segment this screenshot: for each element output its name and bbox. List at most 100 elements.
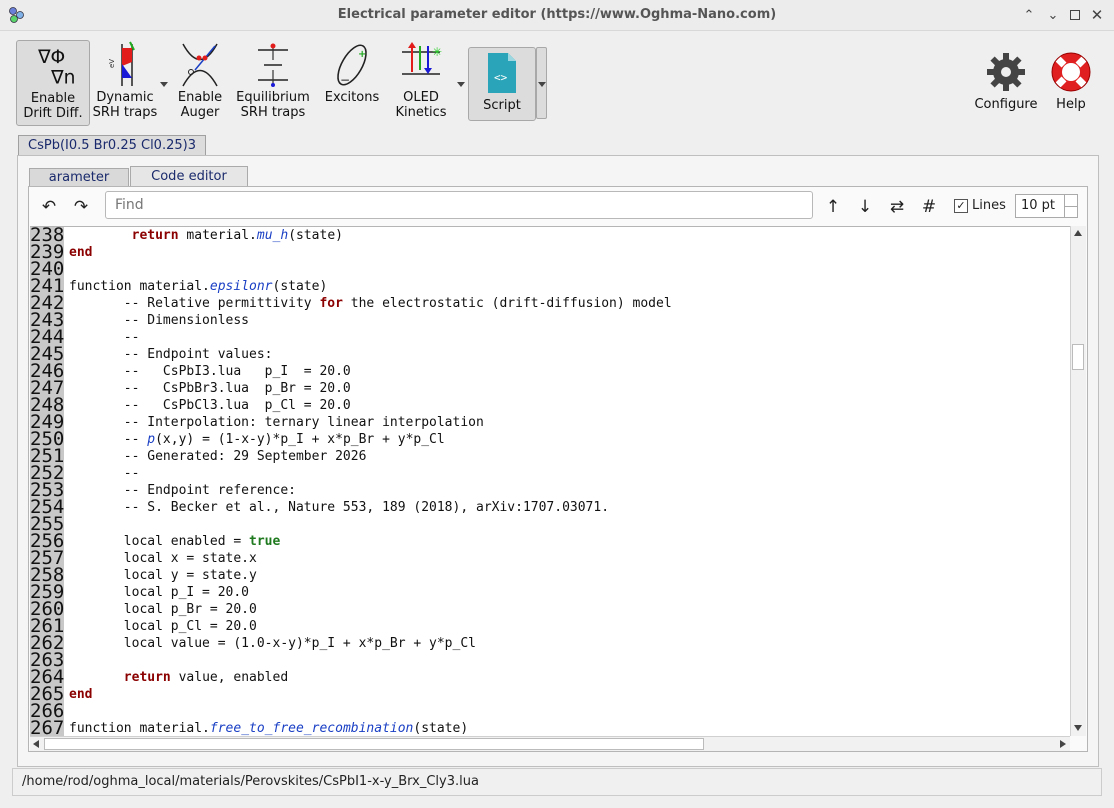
code-line: -- CsPbCl3.lua p_Cl = 20.0 bbox=[69, 397, 351, 414]
code-token: the electrostatic (drift-diffusion) mode… bbox=[342, 296, 672, 311]
svg-text:✳: ✳ bbox=[432, 45, 442, 59]
vertical-scrollbar[interactable] bbox=[1070, 226, 1086, 736]
code-line: -- Generated: 29 September 2026 bbox=[69, 448, 367, 465]
line-number: 243 bbox=[30, 312, 64, 329]
line-number: 263 bbox=[30, 652, 64, 669]
oled-dropdown-arrow[interactable] bbox=[457, 82, 465, 87]
goto-line-button[interactable]: # bbox=[917, 196, 941, 218]
code-token: mu_h bbox=[256, 228, 289, 243]
font-size-spinbox[interactable]: 10 pt bbox=[1015, 194, 1078, 218]
svg-text:∇Φ: ∇Φ bbox=[37, 47, 65, 68]
restore-button[interactable]: ⌄ bbox=[1044, 6, 1062, 24]
code-line: -- Endpoint values: bbox=[69, 346, 273, 363]
close-button[interactable]: ✕ bbox=[1088, 6, 1106, 24]
gear-icon bbox=[978, 47, 1034, 97]
code-token: -- Generated: 29 September 2026 bbox=[69, 449, 367, 464]
replace-icon: ⇄ bbox=[889, 197, 905, 217]
material-tab[interactable]: CsPb(I0.5 Br0.25 Cl0.25)3 bbox=[18, 135, 206, 156]
dynamic-srh-dropdown-arrow[interactable] bbox=[160, 82, 168, 87]
maximize-button[interactable] bbox=[1066, 6, 1084, 24]
help-label: Help bbox=[1056, 97, 1086, 112]
replace-button[interactable]: ⇄ bbox=[885, 196, 909, 218]
spin-buttons[interactable] bbox=[1064, 195, 1077, 217]
equilibrium-srh-traps-button[interactable]: Equilibrium SRH traps bbox=[234, 40, 312, 124]
dynamic-srh-traps-button[interactable]: eV Dynamic SRH traps bbox=[92, 40, 158, 124]
code-line: local enabled = true bbox=[69, 533, 281, 550]
code-token: -- CsPbI3.lua p_I = 20.0 bbox=[69, 364, 351, 379]
scroll-up-arrow-icon[interactable] bbox=[1074, 230, 1082, 236]
code-line: -- S. Becker et al., Nature 553, 189 (20… bbox=[69, 499, 609, 516]
code-token: free_to_free_recombination bbox=[209, 721, 414, 736]
svg-text:∇n: ∇n bbox=[50, 68, 75, 89]
chevron-up-icon: ⌃ bbox=[1023, 7, 1035, 23]
line-number-gutter: 238 239 240 241 242 243 244 245 246 247 248 249 250 2… bbox=[30, 227, 64, 737]
undo-button[interactable]: ↶ bbox=[37, 196, 61, 218]
square-icon bbox=[1070, 10, 1080, 20]
script-button[interactable]: <> Script bbox=[468, 47, 536, 121]
line-number: 248 bbox=[30, 397, 64, 414]
line-number: 264 bbox=[30, 669, 64, 686]
oled-kinetics-button[interactable]: ✳ OLED Kinetics bbox=[392, 40, 450, 124]
line-number: 242 bbox=[30, 295, 64, 312]
status-bar: /home/rod/oghma_local/materials/Perovski… bbox=[12, 768, 1102, 796]
code-line: local value = (1.0-x-y)*p_I + x*p_Br + y… bbox=[69, 635, 476, 652]
code-token: function material. bbox=[69, 279, 210, 294]
scroll-down-arrow-icon[interactable] bbox=[1074, 725, 1082, 731]
find-up-button[interactable]: ↑ bbox=[821, 196, 845, 218]
code-token: -- bbox=[69, 466, 140, 481]
code-token: return bbox=[123, 670, 171, 685]
code-token: (state) bbox=[272, 279, 328, 294]
help-button[interactable]: Help bbox=[1044, 47, 1098, 131]
checkmark-icon: ✓ bbox=[956, 199, 966, 212]
tab-parameter[interactable]: arameter bbox=[29, 168, 129, 187]
code-token: local p_Cl = 20.0 bbox=[69, 619, 257, 634]
configure-button[interactable]: Configure bbox=[972, 47, 1040, 131]
code-line: end bbox=[69, 244, 92, 261]
line-number: 238 bbox=[30, 227, 64, 244]
code-token: epsilonr bbox=[209, 279, 273, 294]
code-area[interactable]: 238 239 240 241 242 243 244 245 246 247 248 249 250 2… bbox=[30, 226, 1070, 737]
file-path: /home/rod/oghma_local/materials/Perovski… bbox=[22, 774, 479, 789]
redo-button[interactable]: ↷ bbox=[69, 196, 93, 218]
code-token: local p_Br = 20.0 bbox=[69, 602, 257, 617]
code-token: -- Dimensionless bbox=[69, 313, 250, 328]
find-input[interactable] bbox=[105, 191, 813, 219]
lines-checkbox[interactable]: ✓ bbox=[954, 199, 968, 213]
line-number: 239 bbox=[30, 244, 64, 261]
code-token: p bbox=[147, 432, 156, 447]
code-token: local x = state.x bbox=[69, 551, 257, 566]
line-number: 249 bbox=[30, 414, 64, 431]
code-token: -- Relative permittivity bbox=[69, 296, 320, 311]
font-size-value: 10 pt bbox=[1021, 198, 1056, 213]
line-number: 265 bbox=[30, 686, 64, 703]
vertical-scroll-thumb[interactable] bbox=[1072, 344, 1084, 370]
line-number: 246 bbox=[30, 363, 64, 380]
line-number: 254 bbox=[30, 499, 64, 516]
scroll-left-arrow-icon[interactable] bbox=[33, 740, 39, 748]
oled-kinetics-label: OLED Kinetics bbox=[395, 90, 447, 120]
minimize-button[interactable]: ⌃ bbox=[1020, 6, 1038, 24]
script-file-icon: <> bbox=[474, 48, 530, 98]
line-number: 247 bbox=[30, 380, 64, 397]
code-line: -- Interpolation: ternary linear interpo… bbox=[69, 414, 484, 431]
horizontal-scrollbar[interactable] bbox=[30, 736, 1070, 751]
configure-label: Configure bbox=[974, 97, 1038, 112]
tab-code-editor[interactable]: Code editor bbox=[130, 166, 248, 187]
find-down-button[interactable]: ↓ bbox=[853, 196, 877, 218]
code-token: true bbox=[249, 534, 281, 549]
enable-drift-diffusion-button[interactable]: ∇Φ ∇n Enable Drift Diff. bbox=[16, 40, 90, 126]
line-number: 267 bbox=[30, 720, 64, 737]
auger-icon bbox=[172, 40, 228, 90]
enable-auger-button[interactable]: Enable Auger bbox=[172, 40, 228, 124]
code-token: -- CsPbCl3.lua p_Cl = 20.0 bbox=[69, 398, 351, 413]
window-title: Electrical parameter editor (https://www… bbox=[337, 7, 777, 22]
line-number: 250 bbox=[30, 431, 64, 448]
line-number: 245 bbox=[30, 346, 64, 363]
scroll-right-arrow-icon[interactable] bbox=[1060, 740, 1066, 748]
excitons-button[interactable]: + − Excitons bbox=[322, 40, 382, 124]
line-number: 251 bbox=[30, 448, 64, 465]
horizontal-scroll-thumb[interactable] bbox=[44, 738, 704, 750]
script-dropdown-button[interactable] bbox=[536, 47, 547, 119]
